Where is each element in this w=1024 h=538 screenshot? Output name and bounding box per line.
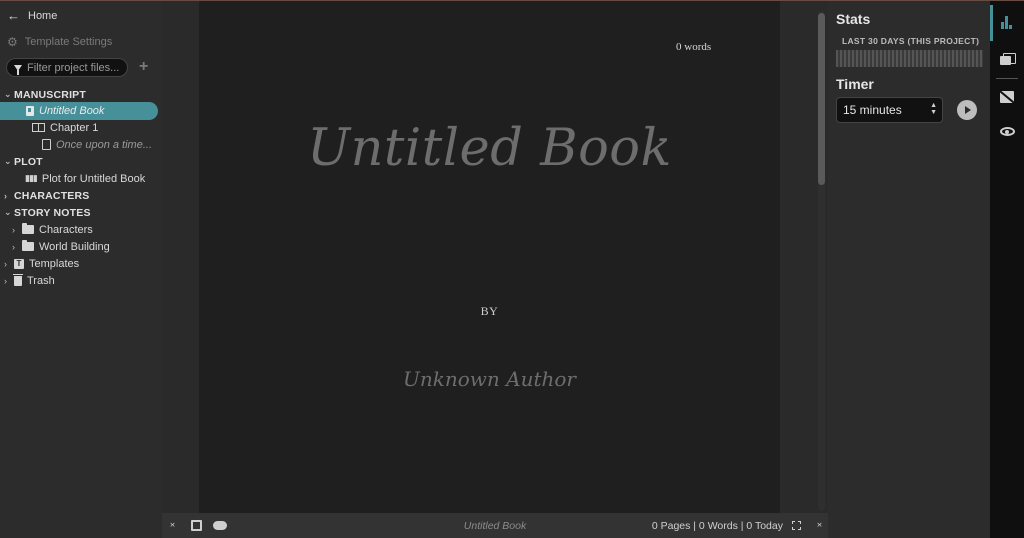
stats-range-label: LAST 30 DAYS (THIS PROJECT) (842, 36, 980, 46)
section-label: MANUSCRIPT (14, 88, 86, 101)
section-plot[interactable]: ⌄ PLOT (4, 153, 43, 170)
filter-input[interactable]: Filter project files... (6, 58, 128, 77)
active-tab-indicator (990, 5, 993, 41)
section-characters[interactable]: › CHARACTERS (4, 187, 90, 204)
book-icon (26, 105, 34, 116)
fullscreen-icon[interactable] (792, 521, 801, 530)
sidebar-item-book[interactable]: Untitled Book (26, 102, 104, 119)
play-timer-button[interactable] (957, 100, 977, 120)
add-file-button[interactable]: + (139, 58, 148, 76)
project-sidebar: ← Home ⚙ Template Settings Filter projec… (0, 1, 162, 538)
status-counts: 0 Pages | 0 Words | 0 Today (651, 520, 783, 532)
sidebar-item-label: World Building (39, 240, 110, 253)
chevron-down-icon: ⌄ (4, 156, 12, 166)
sidebar-item-world-building[interactable]: › World Building (12, 238, 110, 255)
sidebar-item-chapter[interactable]: Chapter 1 (32, 119, 98, 136)
toolbar-divider (996, 78, 1018, 79)
sidebar-item-label: Once upon a time... (56, 138, 152, 151)
stats-panel: Stats LAST 30 DAYS (THIS PROJECT) Timer … (828, 1, 990, 538)
editor-scrollbar-thumb[interactable] (818, 13, 825, 185)
trash-icon (13, 273, 23, 286)
sidebar-item-templates[interactable]: › T Templates (4, 255, 79, 272)
template-icon: T (14, 258, 24, 269)
sidebar-item-trash[interactable]: › Trash (4, 272, 55, 289)
book-title[interactable]: Untitled Book (199, 119, 780, 178)
sidebar-item-label: Plot for Untitled Book (41, 172, 146, 185)
template-settings-link[interactable]: ⚙ Template Settings (7, 33, 112, 50)
collapse-panel-icon[interactable]: ›‹ (817, 519, 822, 529)
sidebar-item-label: Templates (29, 257, 80, 270)
filter-placeholder: Filter project files... (27, 61, 120, 74)
stats-activity-bar (836, 50, 983, 67)
cards-icon[interactable] (1000, 53, 1016, 65)
sidebar-item-label: Untitled Book (39, 104, 105, 117)
sidebar-item-label: Trash (27, 274, 55, 287)
folder-icon (22, 240, 34, 251)
chevron-down-icon: ⌄ (4, 89, 12, 99)
sidebar-item-scene[interactable]: Once upon a time... (42, 136, 152, 153)
timer-duration-select[interactable]: 15 minutes ▲ ▼ (836, 97, 943, 123)
chevron-right-icon: › (4, 275, 7, 286)
section-story-notes[interactable]: ⌄ STORY NOTES (4, 204, 91, 221)
section-label: CHARACTERS (14, 189, 90, 202)
filter-icon (14, 64, 22, 75)
section-label: STORY NOTES (14, 206, 91, 219)
back-arrow-icon: ← (7, 8, 20, 23)
page-word-count: 0 words (676, 41, 712, 53)
right-toolbar (990, 1, 1024, 538)
chevron-right-icon: › (12, 224, 15, 235)
stats-chart-icon[interactable] (1000, 15, 1014, 29)
home-label: Home (28, 9, 58, 22)
home-link[interactable]: ← Home (7, 7, 57, 24)
author-name[interactable]: Unknown Author (199, 367, 780, 391)
editor-status-bar: ›‹ Untitled Book 0 Pages | 0 Words | 0 T… (162, 513, 828, 538)
app-window: ← Home ⚙ Template Settings Filter projec… (0, 0, 1024, 538)
title-page[interactable]: 0 words Untitled Book BY Unknown Author (199, 1, 780, 513)
chevron-down-icon: ⌄ (4, 207, 12, 217)
sidebar-item-label: Chapter 1 (50, 121, 99, 134)
sidebar-item-plot[interactable]: ▮▮▮ Plot for Untitled Book (25, 170, 145, 187)
select-arrows-icon: ▲ ▼ (930, 102, 937, 116)
document-icon (42, 139, 51, 150)
comments-off-icon[interactable] (1000, 91, 1014, 103)
gear-icon: ⚙ (7, 34, 18, 49)
chevron-right-icon: › (12, 241, 15, 252)
timer-heading: Timer (836, 76, 874, 92)
sidebar-item-characters-folder[interactable]: › Characters (12, 221, 93, 238)
by-label: BY (480, 304, 499, 318)
folder-icon (22, 223, 34, 234)
stats-heading: Stats (836, 11, 871, 27)
sidebar-item-label: Characters (39, 223, 93, 236)
chapter-icon (32, 123, 45, 132)
section-manuscript[interactable]: ⌄ MANUSCRIPT (4, 86, 86, 103)
chevron-right-icon: › (4, 258, 7, 269)
timer-duration-value: 15 minutes (843, 103, 902, 117)
template-settings-label: Template Settings (24, 35, 113, 48)
section-label: PLOT (14, 155, 43, 168)
preview-eye-icon[interactable] (1000, 127, 1015, 136)
plot-board-icon: ▮▮▮ (25, 173, 38, 183)
chevron-right-icon: › (4, 190, 8, 201)
editor-area: 0 words Untitled Book BY Unknown Author … (162, 1, 828, 538)
